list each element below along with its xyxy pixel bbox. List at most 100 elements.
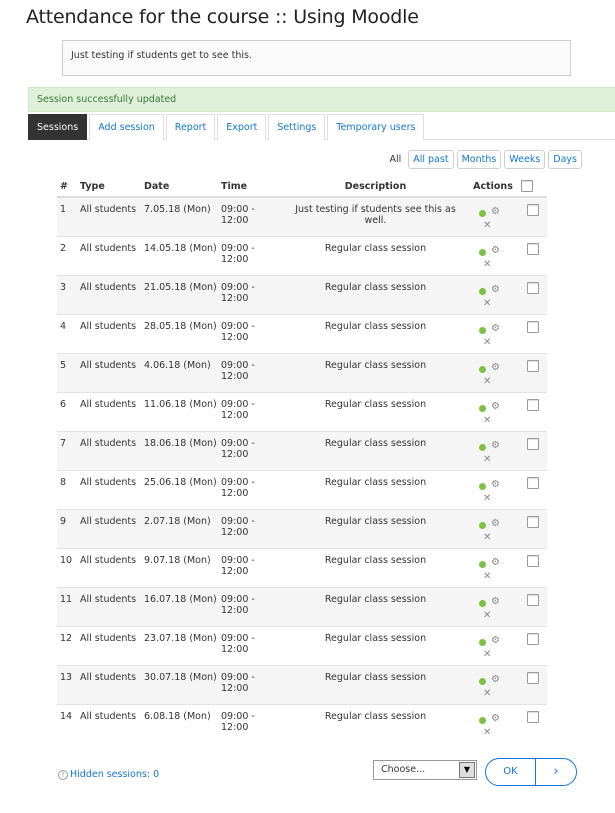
cell-date: 2.07.18 (Mon) <box>142 508 219 548</box>
take-attendance-icon[interactable] <box>479 210 486 217</box>
close-icon[interactable]: ✕ <box>483 376 491 387</box>
ok-button[interactable]: OK <box>486 759 536 785</box>
take-attendance-icon[interactable] <box>479 248 486 256</box>
close-icon[interactable]: ✕ <box>483 221 491 231</box>
cell-num: 9 <box>57 508 78 548</box>
take-attendance-icon[interactable] <box>479 560 486 568</box>
select-all-cell <box>519 177 547 198</box>
gear-icon[interactable]: ⚙ <box>491 207 500 217</box>
cell-description: Regular class session <box>284 547 467 587</box>
close-icon[interactable]: ✕ <box>483 688 491 699</box>
row-checkbox[interactable] <box>527 398 539 411</box>
help-icon[interactable]: ? <box>58 769 68 780</box>
table-row: 12 All students 23.07.18 (Mon) 09:00 - 12:0… <box>57 625 547 665</box>
cell-time: 09:00 - 12:00 <box>219 391 284 431</box>
hidden-sessions-link[interactable]: ? Hidden sessions: 0 <box>58 769 159 780</box>
row-checkbox[interactable] <box>527 437 539 450</box>
cell-select <box>519 235 547 275</box>
gear-icon[interactable]: ⚙ <box>491 596 500 607</box>
cell-type: All students <box>78 703 142 743</box>
tab-export[interactable]: Export <box>217 114 267 140</box>
actions-group: ⚙ ✕ <box>473 243 513 273</box>
gear-icon[interactable]: ⚙ <box>491 557 500 568</box>
close-icon[interactable]: ✕ <box>483 571 491 582</box>
view-months-button[interactable]: Months <box>456 150 502 169</box>
cell-select <box>519 196 547 236</box>
select-all-checkbox[interactable] <box>521 180 533 192</box>
take-attendance-icon[interactable] <box>479 482 486 490</box>
close-icon[interactable]: ✕ <box>483 415 491 426</box>
row-checkbox[interactable] <box>527 320 539 333</box>
tab-settings[interactable]: Settings <box>268 114 326 140</box>
chevron-right-button[interactable]: › <box>536 759 576 785</box>
cell-select <box>519 547 547 587</box>
gear-icon[interactable]: ⚙ <box>491 440 500 451</box>
gear-icon[interactable]: ⚙ <box>491 518 500 529</box>
take-attendance-icon[interactable] <box>479 677 486 685</box>
row-checkbox[interactable] <box>527 281 539 294</box>
gear-icon[interactable]: ⚙ <box>491 284 500 295</box>
gear-icon[interactable]: ⚙ <box>491 674 500 685</box>
close-icon[interactable]: ✕ <box>483 454 491 465</box>
take-attendance-icon[interactable] <box>479 404 486 412</box>
take-attendance-icon[interactable] <box>479 443 486 451</box>
table-header-row: # Type Date Time Description Actions <box>57 177 547 198</box>
cell-num: 12 <box>57 625 78 665</box>
row-checkbox[interactable] <box>527 242 539 255</box>
gear-icon[interactable]: ⚙ <box>491 401 500 412</box>
bulk-action-select[interactable]: Choose... ▼ <box>373 760 477 780</box>
view-all-past-button[interactable]: All past <box>408 150 454 169</box>
close-icon[interactable]: ✕ <box>483 298 491 309</box>
cell-date: 23.07.18 (Mon) <box>142 625 219 665</box>
cell-actions: ⚙ ✕ <box>467 352 519 392</box>
row-checkbox[interactable] <box>527 710 539 723</box>
cell-select <box>519 469 547 509</box>
close-icon[interactable]: ✕ <box>483 532 491 543</box>
cell-select <box>519 391 547 431</box>
row-checkbox[interactable] <box>527 671 539 684</box>
gear-icon[interactable]: ⚙ <box>491 713 500 724</box>
cell-num: 1 <box>57 196 78 236</box>
row-checkbox[interactable] <box>527 515 539 528</box>
header-date: Date <box>142 177 219 198</box>
take-attendance-icon[interactable] <box>479 716 486 724</box>
take-attendance-icon[interactable] <box>479 521 486 529</box>
actions-group: ⚙ ✕ <box>473 516 513 546</box>
take-attendance-icon[interactable] <box>479 326 486 334</box>
tab-temporary-users[interactable]: Temporary users <box>327 114 425 140</box>
row-checkbox[interactable] <box>527 593 539 606</box>
gear-icon[interactable]: ⚙ <box>491 323 500 334</box>
close-icon[interactable]: ✕ <box>483 649 491 660</box>
cell-actions: ⚙ ✕ <box>467 313 519 353</box>
tab-report[interactable]: Report <box>165 114 216 140</box>
actions-group: ⚙ ✕ <box>473 321 513 351</box>
close-icon[interactable]: ✕ <box>483 727 491 738</box>
row-checkbox[interactable] <box>527 554 539 567</box>
close-icon[interactable]: ✕ <box>483 259 491 270</box>
take-attendance-icon[interactable] <box>479 365 486 373</box>
header-time: Time <box>219 177 284 198</box>
take-attendance-icon[interactable] <box>479 287 486 295</box>
close-icon[interactable]: ✕ <box>483 493 491 504</box>
tab-add-session[interactable]: Add session <box>89 114 164 140</box>
gear-icon[interactable]: ⚙ <box>491 362 500 373</box>
gear-icon[interactable]: ⚙ <box>491 635 500 646</box>
gear-icon[interactable]: ⚙ <box>491 479 500 490</box>
row-checkbox[interactable] <box>527 204 539 216</box>
cell-type: All students <box>78 664 142 704</box>
cell-description: Regular class session <box>284 508 467 548</box>
gear-icon[interactable]: ⚙ <box>491 245 500 256</box>
take-attendance-icon[interactable] <box>479 599 486 607</box>
row-checkbox[interactable] <box>527 632 539 645</box>
cell-num: 6 <box>57 391 78 431</box>
tab-sessions[interactable]: Sessions <box>28 114 88 140</box>
close-icon[interactable]: ✕ <box>483 337 491 348</box>
view-days-button[interactable]: Days <box>548 150 582 169</box>
close-icon[interactable]: ✕ <box>483 610 491 621</box>
cell-num: 13 <box>57 664 78 704</box>
row-checkbox[interactable] <box>527 359 539 372</box>
cell-date: 16.07.18 (Mon) <box>142 586 219 626</box>
view-weeks-button[interactable]: Weeks <box>504 150 546 169</box>
row-checkbox[interactable] <box>527 476 539 489</box>
take-attendance-icon[interactable] <box>479 638 486 646</box>
